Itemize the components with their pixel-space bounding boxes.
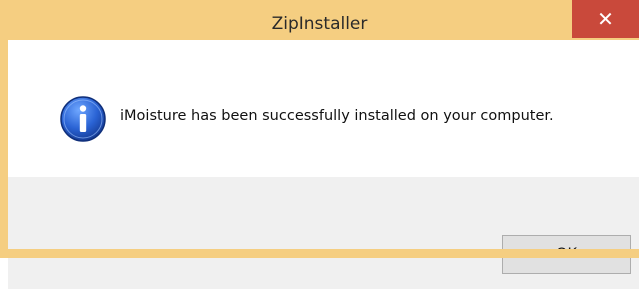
window-title: ZipInstaller bbox=[271, 14, 368, 34]
information-icon bbox=[60, 96, 106, 142]
close-icon: ✕ bbox=[597, 7, 614, 31]
message-dialog: ZipInstaller ✕ iMoisture has been succes… bbox=[0, 0, 639, 289]
window-bottom-border bbox=[0, 249, 639, 258]
dialog-content: iMoisture has been successfully installe… bbox=[8, 40, 639, 177]
dialog-footer: OK bbox=[8, 177, 639, 289]
close-button[interactable]: ✕ bbox=[572, 0, 639, 38]
dialog-client-area: iMoisture has been successfully installe… bbox=[8, 40, 639, 289]
dialog-message: iMoisture has been successfully installe… bbox=[120, 108, 554, 124]
